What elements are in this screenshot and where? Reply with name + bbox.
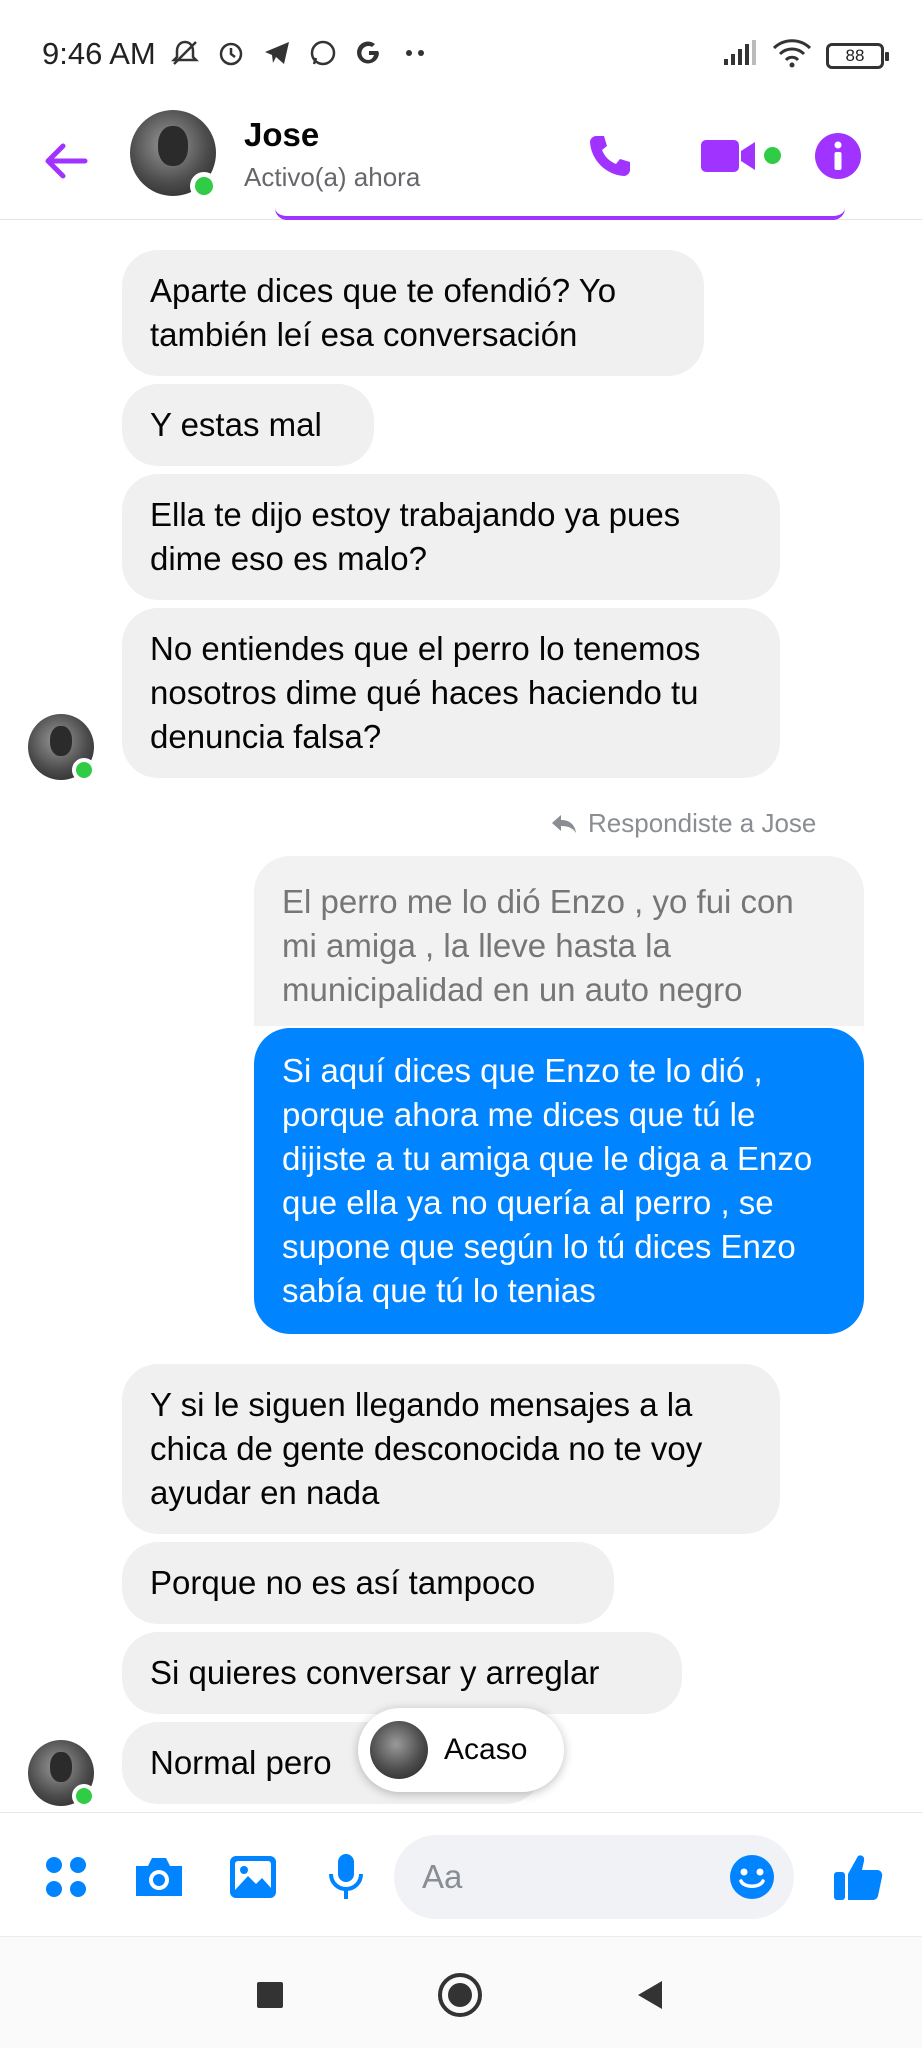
message-input[interactable] <box>422 1835 702 1919</box>
camera-button[interactable] <box>131 1849 187 1905</box>
conversation-info-button[interactable] <box>810 128 866 184</box>
reply-label: Respondiste a Jose <box>550 808 816 839</box>
video-call-button[interactable] <box>694 128 764 184</box>
message-bubble[interactable]: Aparte dices que te ofendió? Yo también … <box>122 250 704 376</box>
chat-header: Jose Activo(a) ahora <box>0 110 922 220</box>
outgoing-message-bubble[interactable]: Si aquí dices que Enzo te lo dió , porqu… <box>254 1028 864 1334</box>
contact-status: Activo(a) ahora <box>244 162 421 192</box>
wifi-icon <box>772 38 812 73</box>
notification-icons <box>168 36 432 70</box>
triangle-back-icon <box>638 1981 662 2009</box>
status-bar: 9:46 AM 88 <box>0 0 922 110</box>
message-preview-text: Acaso <box>444 1733 528 1766</box>
message-bubble[interactable]: Y estas mal <box>122 384 374 466</box>
gallery-button[interactable] <box>225 1849 281 1905</box>
system-icons: 88 <box>722 38 889 73</box>
online-indicator <box>190 172 218 200</box>
message-bubble[interactable]: Si quieres conversar y arreglar <box>122 1632 682 1714</box>
system-navigation-bar <box>0 1936 922 2048</box>
online-indicator <box>72 758 96 782</box>
info-icon <box>815 133 861 179</box>
back-nav-button[interactable] <box>622 1967 678 2023</box>
message-bubble[interactable]: No entiendes que el perro lo tenemos nos… <box>122 608 780 778</box>
message-bubble[interactable]: Y si le siguen llegando mensajes a la ch… <box>122 1364 780 1534</box>
message-bubble[interactable]: Ella te dijo estoy trabajando ya pues di… <box>122 474 780 600</box>
quoted-message[interactable]: El perro me lo dió Enzo , yo fui con mi … <box>254 856 864 1026</box>
message-preview-bubble[interactable]: Acaso <box>358 1708 564 1792</box>
reply-arrow-icon <box>552 814 576 833</box>
signal-icon <box>722 39 758 72</box>
reply-label-text: Respondiste a Jose <box>588 808 817 838</box>
more-notifications-icon <box>398 36 432 70</box>
recents-button[interactable] <box>242 1967 298 2023</box>
voice-message-button[interactable] <box>318 1849 374 1905</box>
home-circle-icon <box>438 1973 482 2017</box>
home-button[interactable] <box>432 1967 488 2023</box>
message-composer <box>0 1812 922 1936</box>
battery-icon: 88 <box>826 42 889 69</box>
sender-avatar <box>370 1721 428 1779</box>
phone-icon <box>590 136 630 176</box>
back-button[interactable] <box>40 135 92 187</box>
notifications-off-icon <box>168 36 202 70</box>
audio-call-button[interactable] <box>582 128 638 184</box>
image-icon <box>230 1856 276 1898</box>
thumbs-up-icon <box>834 1855 883 1900</box>
message-bubble[interactable]: Porque no es así tampoco <box>122 1542 614 1624</box>
more-actions-button[interactable] <box>38 1849 94 1905</box>
google-icon <box>352 36 386 70</box>
like-button[interactable] <box>830 1849 886 1905</box>
grid-dots-icon <box>46 1857 86 1897</box>
back-arrow-icon <box>45 143 88 179</box>
smiley-icon <box>730 1855 774 1899</box>
contact-name[interactable]: Jose <box>244 116 319 154</box>
alarm-icon <box>214 36 248 70</box>
status-time: 9:46 AM <box>42 36 156 71</box>
message-edge <box>275 208 845 220</box>
video-active-dot <box>764 147 781 164</box>
camera-icon <box>136 1858 182 1896</box>
message-input-container <box>394 1835 794 1919</box>
whatsapp-icon <box>306 36 340 70</box>
telegram-icon <box>260 36 294 70</box>
online-indicator <box>72 1784 96 1808</box>
video-camera-icon <box>701 140 755 172</box>
microphone-icon <box>329 1854 363 1899</box>
square-icon <box>257 1982 283 2008</box>
emoji-button[interactable] <box>724 1849 780 1905</box>
